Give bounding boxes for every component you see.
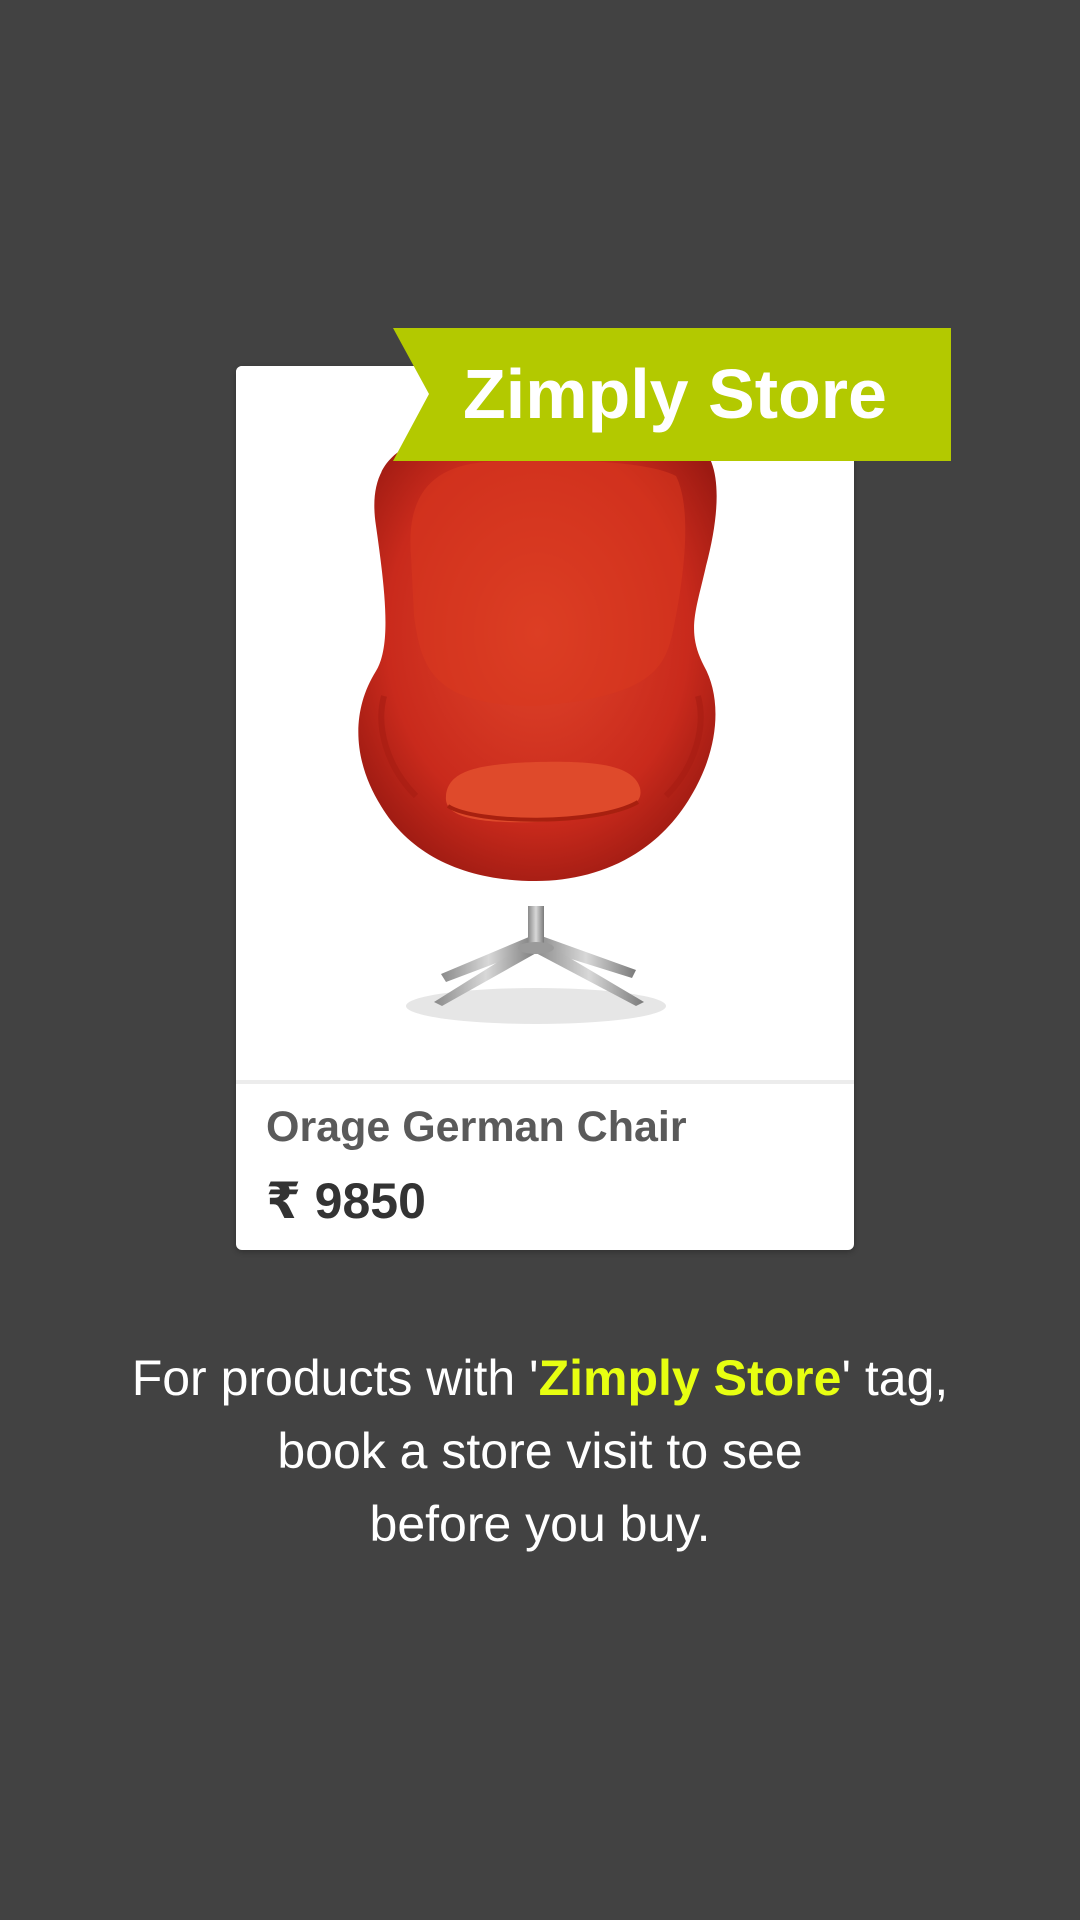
caption-text-2: ' tag, [841,1350,949,1406]
zimply-store-tag: Zimply Store [393,328,951,461]
onboarding-caption: For products with 'Zimply Store' tag, bo… [60,1342,1020,1561]
onboarding-screen: Orage German Chair ₹ 9850 Zimply Store F… [0,0,1080,1920]
caption-line-2: book a store visit to see [277,1423,803,1479]
caption-highlight: Zimply Store [538,1350,842,1406]
card-divider [236,1080,854,1084]
product-image [236,366,854,1080]
caption-line-1: For products with 'Zimply Store' tag, [60,1342,1020,1415]
product-name: Orage German Chair [266,1103,687,1151]
product-card[interactable]: Orage German Chair ₹ 9850 [236,366,854,1250]
caption-text-1: For products with ' [131,1350,539,1406]
ribbon-label: Zimply Store [463,355,887,433]
product-price: ₹ 9850 [266,1173,426,1229]
chair-icon [358,429,717,1024]
caption-line-3: before you buy. [369,1496,711,1552]
